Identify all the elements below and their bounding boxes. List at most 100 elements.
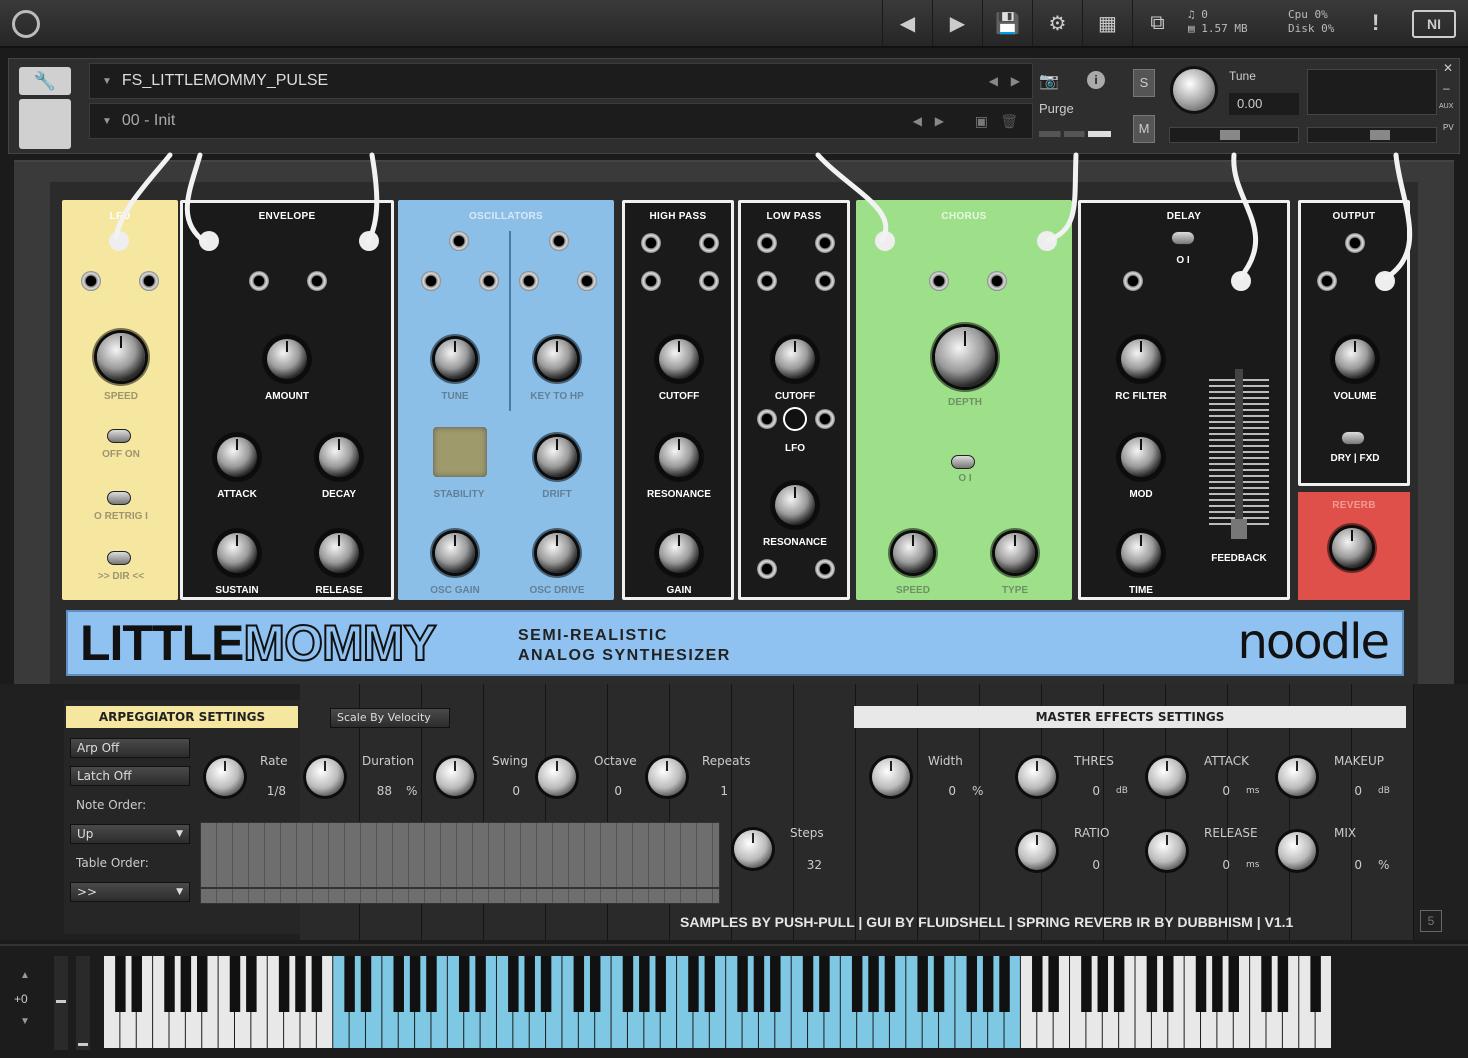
kontakt-logo-icon[interactable] [12, 10, 40, 38]
lfo-speed-knob[interactable] [97, 333, 145, 381]
delete-snapshot-icon[interactable]: 🗑 [1000, 113, 1018, 130]
delay-feedback-fader[interactable] [1209, 369, 1269, 539]
arp-steps-knob[interactable] [734, 830, 772, 868]
master-width-value[interactable]: 0 [916, 784, 956, 798]
envelope-release-knob[interactable] [319, 533, 359, 573]
close-icon[interactable]: ✕ [1443, 61, 1453, 75]
piano-black-key[interactable] [1261, 956, 1272, 1012]
piano-black-key[interactable] [770, 956, 781, 1012]
piano-black-key[interactable] [688, 956, 699, 1012]
table-order-dropdown[interactable]: >> ▼ [70, 882, 190, 902]
piano-black-key[interactable] [197, 956, 208, 1012]
pitch-wheel[interactable] [54, 956, 68, 1050]
delay-rc-filter-knob[interactable] [1121, 339, 1161, 379]
arp-steps-value[interactable]: 32 [782, 858, 822, 872]
arp-duration-value[interactable]: 88 [352, 784, 392, 798]
piano-black-key[interactable] [622, 956, 634, 1012]
output-dry-fxd-switch[interactable] [1341, 431, 1365, 445]
low-pass-lfo-jack[interactable] [757, 409, 777, 429]
low-pass-lfo-jack[interactable] [815, 409, 835, 429]
high-pass-resonance-knob[interactable] [659, 437, 699, 477]
piano-black-key[interactable] [1277, 956, 1289, 1012]
envelope-attack-knob[interactable] [217, 437, 257, 477]
piano-black-key[interactable] [802, 956, 814, 1012]
arp-octave-knob[interactable] [538, 758, 576, 796]
comp-attack-knob[interactable] [1148, 758, 1186, 796]
low-pass-jack[interactable] [757, 559, 777, 579]
piano-black-key[interactable] [933, 956, 945, 1012]
gear-icon[interactable]: ⚙ [1032, 0, 1082, 46]
instrument-name-row[interactable]: ▼ FS_LITTLEMOMMY_PULSE ◀ ▶ [89, 63, 1033, 99]
piano-black-key[interactable] [393, 956, 404, 1012]
envelope-amount-knob[interactable] [267, 339, 307, 379]
note-order-dropdown[interactable]: Up ▼ [70, 824, 190, 844]
lfo-on-switch[interactable] [107, 429, 131, 443]
comp-thres-value[interactable]: 0 [1060, 784, 1100, 798]
scale-by-velocity-button[interactable]: Scale By Velocity [330, 708, 450, 728]
piano-black-key[interactable] [639, 956, 650, 1012]
osc-drift-knob[interactable] [537, 437, 577, 477]
piano-black-key[interactable] [1048, 956, 1059, 1012]
minimize-view-icon[interactable]: ⧉ [1132, 0, 1182, 46]
comp-ratio-knob[interactable] [1018, 832, 1056, 870]
piano-black-key[interactable] [999, 956, 1010, 1012]
piano-black-key[interactable] [246, 956, 257, 1012]
chorus-type-knob[interactable] [995, 533, 1035, 573]
master-width-knob[interactable] [872, 758, 910, 796]
latch-toggle-button[interactable]: Latch Off [70, 766, 190, 786]
comp-makeup-value[interactable]: 0 [1322, 784, 1362, 798]
piano-black-key[interactable] [1146, 956, 1158, 1012]
comp-mix-knob[interactable] [1278, 832, 1316, 870]
arp-repeats-knob[interactable] [648, 758, 686, 796]
piano-black-key[interactable] [884, 956, 896, 1012]
delay-feedback-fader-handle[interactable] [1231, 519, 1247, 539]
piano-black-key[interactable] [180, 956, 192, 1012]
comp-release-value[interactable]: 0 [1190, 858, 1230, 872]
osc-tune-knob[interactable] [435, 339, 475, 379]
wrench-icon[interactable]: 🔧 [19, 67, 71, 95]
high-pass-gain-knob[interactable] [659, 533, 699, 573]
comp-release-knob[interactable] [1148, 832, 1186, 870]
piano-black-key[interactable] [573, 956, 585, 1012]
info-icon[interactable]: i [1087, 71, 1105, 89]
low-pass-cutoff-knob[interactable] [775, 339, 815, 379]
delay-time-knob[interactable] [1121, 533, 1161, 573]
piano-black-key[interactable] [409, 956, 421, 1012]
piano-black-key[interactable] [982, 956, 994, 1012]
arp-swing-value[interactable]: 0 [480, 784, 520, 798]
piano-black-key[interactable] [917, 956, 928, 1012]
piano-black-key[interactable] [1212, 956, 1223, 1012]
piano-black-key[interactable] [868, 956, 879, 1012]
volume-slider-handle[interactable] [1370, 130, 1390, 140]
arp-rate-knob[interactable] [206, 758, 244, 796]
low-pass-resonance-knob[interactable] [775, 485, 815, 525]
arp-toggle-button[interactable]: Arp Off [70, 738, 190, 758]
pv-button[interactable]: PV [1443, 123, 1454, 132]
next-arrow-icon[interactable]: ▶ [1011, 74, 1020, 88]
prev-instrument-button[interactable]: ◀ [882, 0, 932, 46]
comp-attack-value[interactable]: 0 [1190, 784, 1230, 798]
piano-black-key[interactable] [1032, 956, 1043, 1012]
output-volume-knob[interactable] [1335, 339, 1375, 379]
octave-up-icon[interactable]: ▲ [20, 970, 30, 981]
osc-key-to-hp-knob[interactable] [537, 339, 577, 379]
next-instrument-button[interactable]: ▶ [932, 0, 982, 46]
aux-button[interactable]: AUX [1439, 103, 1453, 110]
next-snapshot-icon[interactable]: ▶ [935, 114, 944, 128]
piano-black-key[interactable] [426, 956, 437, 1012]
piano-black-key[interactable] [508, 956, 519, 1012]
piano-black-key[interactable] [278, 956, 290, 1012]
piano-black-key[interactable] [1081, 956, 1092, 1012]
piano-black-key[interactable] [1310, 956, 1321, 1012]
camera-icon[interactable]: 📷 [1039, 71, 1059, 91]
mute-button[interactable]: M [1133, 115, 1155, 143]
arp-octave-value[interactable]: 0 [582, 784, 622, 798]
piano-black-key[interactable] [360, 956, 372, 1012]
save-snapshot-icon[interactable]: ▣ [975, 113, 988, 130]
high-pass-cutoff-knob[interactable] [659, 339, 699, 379]
piano-keyboard[interactable] [104, 956, 1332, 1048]
snapshot-row[interactable]: ▼ 00 - Init ◀ ▶ ▣ 🗑 [89, 103, 1033, 139]
piano-black-key[interactable] [589, 956, 601, 1012]
purge-button[interactable]: Purge [1039, 101, 1074, 116]
piano-black-key[interactable] [1195, 956, 1207, 1012]
